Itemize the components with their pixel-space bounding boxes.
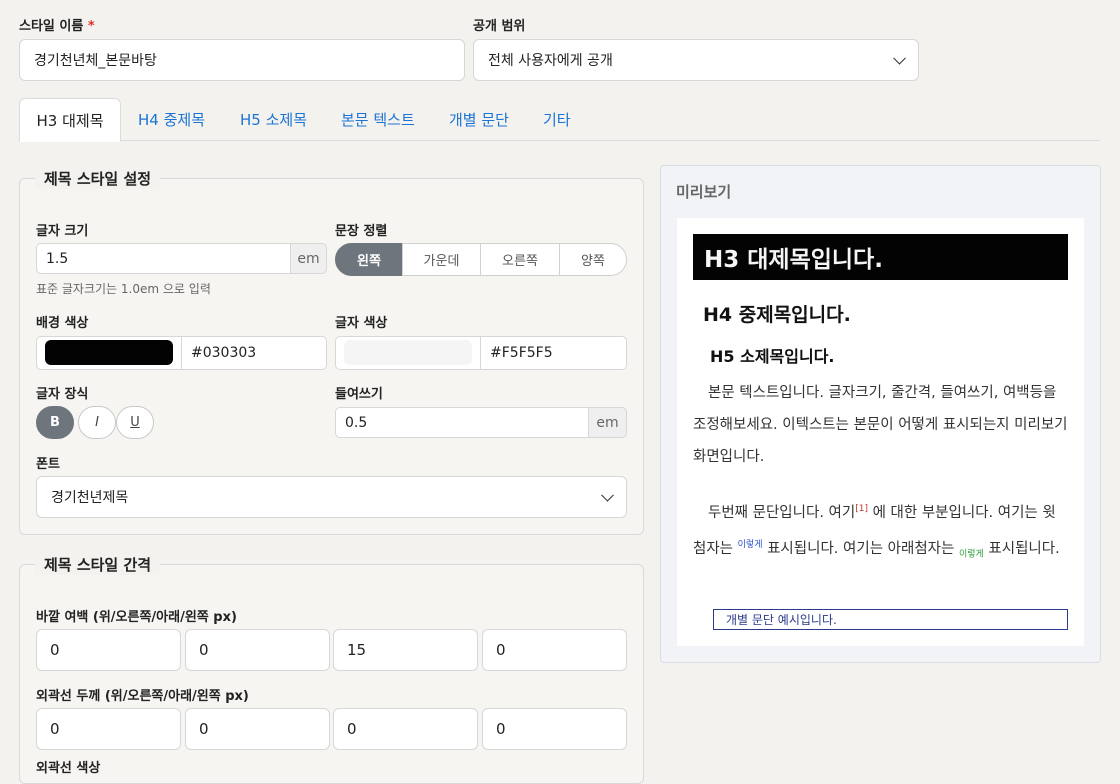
font-size-hint: 표준 글자크기는 1.0em 으로 입력 bbox=[36, 282, 211, 296]
font-label: 폰트 bbox=[36, 457, 60, 472]
chevron-down-icon bbox=[893, 51, 906, 65]
superscript-sample: 이렇게 bbox=[737, 539, 763, 550]
tab-paragraph[interactable]: 개별 문단 bbox=[449, 98, 509, 141]
bg-color-swatch bbox=[45, 340, 173, 365]
text-color-label: 글자 색상 bbox=[335, 316, 388, 331]
font-value: 경기천년제목 bbox=[51, 490, 129, 506]
heading-style-legend: 제목 스타일 설정 bbox=[35, 168, 161, 189]
margin-right-input[interactable]: 0 bbox=[185, 629, 330, 671]
border-top-input[interactable]: 0 bbox=[36, 708, 181, 750]
footnote-ref: [1] bbox=[855, 504, 868, 514]
tab-body-text[interactable]: 본문 텍스트 bbox=[341, 98, 415, 141]
margin-bottom-input[interactable]: 15 bbox=[333, 629, 478, 671]
preview-title: 미리보기 bbox=[676, 183, 732, 201]
border-width-label: 외곽선 두께 (위/오른쪽/아래/왼쪽 px) bbox=[36, 689, 249, 704]
margin-top-input[interactable]: 0 bbox=[36, 629, 181, 671]
preview-paragraph-1: 본문 텍스트입니다. 글자크기, 줄간격, 들여쓰기, 여백등을 조정해보세요.… bbox=[693, 385, 1068, 465]
margin-label: 바깥 여백 (위/오른쪽/아래/왼쪽 px) bbox=[36, 610, 237, 625]
required-mark: * bbox=[87, 19, 95, 34]
style-tabs: H3 대제목 H4 중제목 H5 소제목 본문 텍스트 개별 문단 기타 bbox=[19, 98, 1100, 142]
bg-color-hex: #030303 bbox=[191, 345, 257, 361]
visibility-value: 전체 사용자에게 공개 bbox=[488, 53, 613, 69]
heading-spacing-fieldset bbox=[19, 564, 644, 784]
bg-color-hex-input[interactable]: #030303 bbox=[181, 336, 327, 370]
border-color-label: 외곽선 색상 bbox=[36, 761, 101, 776]
bold-button[interactable]: B bbox=[36, 406, 74, 439]
style-name-label: 스타일 이름 * bbox=[19, 19, 95, 34]
underline-button[interactable]: U bbox=[116, 406, 154, 439]
italic-button[interactable]: I bbox=[78, 406, 116, 439]
font-size-label: 글자 크기 bbox=[36, 224, 89, 239]
align-right-button[interactable]: 오른쪽 bbox=[480, 243, 560, 276]
style-name-input[interactable]: 경기천년체_본문바탕 bbox=[19, 39, 465, 81]
align-left-button[interactable]: 왼쪽 bbox=[335, 243, 403, 276]
border-bottom-input[interactable]: 0 bbox=[333, 708, 478, 750]
visibility-select[interactable]: 전체 사용자에게 공개 bbox=[473, 39, 919, 81]
font-size-input[interactable]: 1.5 bbox=[36, 243, 292, 274]
indent-unit: em bbox=[588, 407, 627, 438]
chevron-down-icon bbox=[601, 488, 614, 502]
subscript-sample: 이렇게 bbox=[958, 549, 984, 560]
tab-h3[interactable]: H3 대제목 bbox=[19, 98, 121, 142]
tab-h5[interactable]: H5 소제목 bbox=[240, 98, 307, 141]
align-label: 문장 정렬 bbox=[335, 224, 388, 239]
tab-etc[interactable]: 기타 bbox=[543, 98, 571, 141]
tab-h4[interactable]: H4 중제목 bbox=[138, 98, 205, 141]
border-right-input[interactable]: 0 bbox=[185, 708, 330, 750]
align-center-button[interactable]: 가운데 bbox=[402, 243, 481, 276]
border-left-input[interactable]: 0 bbox=[482, 708, 627, 750]
margin-left-input[interactable]: 0 bbox=[482, 629, 627, 671]
font-select[interactable]: 경기천년제목 bbox=[36, 476, 627, 518]
heading-spacing-legend: 제목 스타일 간격 bbox=[35, 554, 161, 575]
font-size-value: 1.5 bbox=[46, 250, 69, 267]
align-justify-button[interactable]: 양쪽 bbox=[559, 243, 627, 276]
decoration-label: 글자 장식 bbox=[36, 387, 89, 402]
preview-h5: H5 소제목입니다. bbox=[710, 347, 835, 366]
visibility-label: 공개 범위 bbox=[473, 19, 526, 34]
text-color-hex: #F5F5F5 bbox=[490, 345, 553, 361]
indent-value: 0.5 bbox=[345, 414, 368, 431]
preview-paragraph-2: 두번째 문단입니다. 여기[1] 에 대한 부분입니다. 여기는 윗첨자는 이렇… bbox=[693, 504, 1060, 560]
indent-input[interactable]: 0.5 bbox=[335, 407, 590, 438]
preview-h3: H3 대제목입니다. bbox=[693, 234, 1068, 280]
text-color-swatch bbox=[344, 340, 472, 365]
font-size-unit: em bbox=[290, 243, 327, 274]
preview-h4: H4 중제목입니다. bbox=[703, 304, 851, 326]
bg-color-label: 배경 색상 bbox=[36, 316, 89, 331]
text-color-hex-input[interactable]: #F5F5F5 bbox=[480, 336, 627, 370]
indent-label: 들여쓰기 bbox=[335, 387, 383, 402]
style-name-value: 경기천년체_본문바탕 bbox=[34, 53, 157, 69]
preview-paragraph-box: 개별 문단 예시입니다. bbox=[713, 609, 1068, 630]
